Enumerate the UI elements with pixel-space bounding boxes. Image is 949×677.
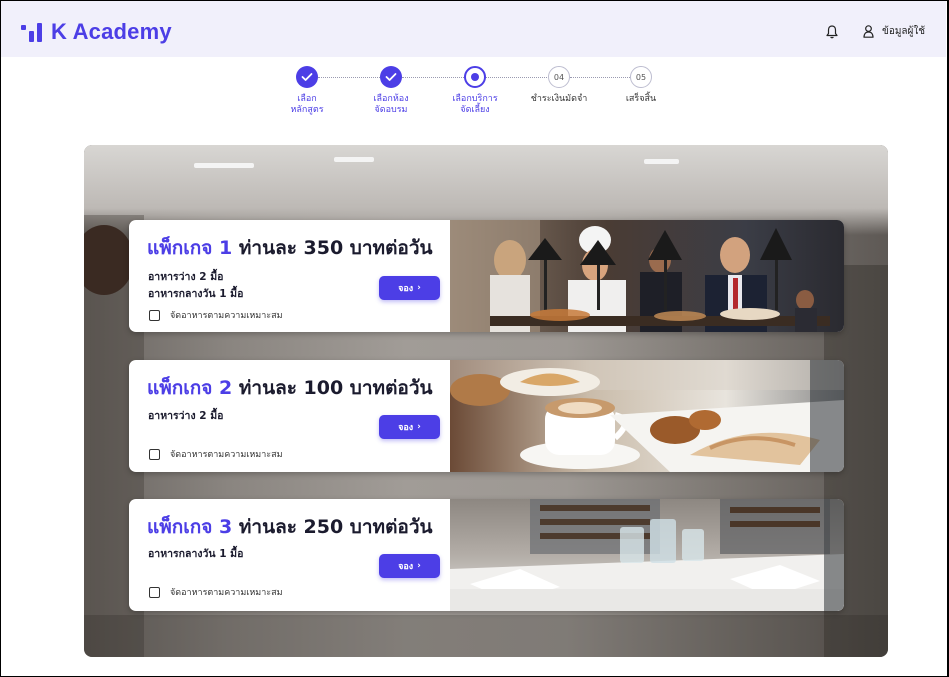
buffet-photo — [450, 220, 844, 332]
package-card-3: แพ็กเกจ 3 ท่านละ 250 บาทต่อวัน อาหารกลาง… — [129, 499, 844, 611]
step-label: เลือกบริการ จัดเลี้ยง — [452, 94, 498, 115]
package-card-2: แพ็กเกจ 2 ท่านละ 100 บาทต่อวัน อาหารว่าง… — [129, 360, 844, 472]
dining-table-photo — [450, 499, 844, 611]
book-button-1[interactable]: จอง › — [379, 276, 440, 300]
step-2[interactable]: เลือกห้อง จัดอบรม — [351, 66, 431, 116]
chevron-right-icon: › — [417, 422, 421, 432]
user-menu[interactable]: ข้อมูลผู้ใช้ — [863, 24, 925, 39]
package-title: แพ็กเกจ 1 ท่านละ 350 บาทต่อวัน — [147, 237, 433, 259]
step-number: 05 — [630, 66, 652, 88]
suitable-food-checkbox[interactable] — [149, 586, 160, 598]
app-name: K Academy — [51, 19, 172, 44]
checkbox-row[interactable]: จัดอาหารตามความเหมาะสม — [149, 308, 283, 322]
step-label: เลือกห้อง จัดอบรม — [373, 94, 409, 115]
step-label: ชำระเงินมัดจำ — [530, 94, 588, 104]
step-done-check-icon — [296, 66, 318, 88]
booking-stepper: เลือก หลักสูตร เลือกห้อง จัดอบรม เลือกบริก… — [0, 66, 949, 126]
top-header: K Academy ข้อมูลผู้ใช้ — [1, 1, 946, 57]
step-current-dot-icon — [464, 66, 486, 88]
package-card-1: แพ็กเกจ 1 ท่านละ 350 บาทต่อวัน อาหารว่าง… — [129, 220, 844, 332]
bell-icon[interactable] — [826, 25, 838, 39]
step-1[interactable]: เลือก หลักสูตร — [267, 66, 347, 116]
suitable-food-checkbox[interactable] — [149, 448, 160, 460]
book-button-3[interactable]: จอง › — [379, 554, 440, 578]
step-3[interactable]: เลือกบริการ จัดเลี้ยง — [435, 66, 515, 116]
meal-item: อาหารกลางวัน 1 มื้อ — [148, 548, 244, 560]
checkbox-row[interactable]: จัดอาหารตามความเหมาะสม — [149, 447, 283, 461]
step-4[interactable]: 04 ชำระเงินมัดจำ — [519, 66, 599, 105]
checkbox-label: จัดอาหารตามความเหมาะสม — [170, 588, 283, 598]
app-logo[interactable]: K Academy — [21, 19, 172, 45]
meal-item: อาหารว่าง 2 มื้อ — [148, 410, 224, 422]
package-title: แพ็กเกจ 2 ท่านละ 100 บาทต่อวัน — [147, 377, 433, 399]
package-title: แพ็กเกจ 3 ท่านละ 250 บาทต่อวัน — [147, 516, 433, 538]
suitable-food-checkbox[interactable] — [149, 309, 160, 321]
step-label: เสร็จสิ้น — [625, 94, 657, 104]
step-number: 04 — [548, 66, 570, 88]
step-5[interactable]: 05 เสร็จสิ้น — [601, 66, 681, 105]
user-icon — [863, 25, 874, 38]
meal-item: อาหารกลางวัน 1 มื้อ — [148, 288, 244, 300]
checkbox-row[interactable]: จัดอาหารตามความเหมาะสม — [149, 585, 283, 599]
book-button-2[interactable]: จอง › — [379, 415, 440, 439]
coffee-pastry-photo — [450, 360, 844, 472]
checkbox-label: จัดอาหารตามความเหมาะสม — [170, 311, 283, 321]
logo-bars-icon — [21, 22, 42, 42]
step-done-check-icon — [380, 66, 402, 88]
user-menu-label: ข้อมูลผู้ใช้ — [882, 26, 926, 37]
chevron-right-icon: › — [417, 283, 421, 293]
meal-item: อาหารว่าง 2 มื้อ — [148, 271, 224, 283]
checkbox-label: จัดอาหารตามความเหมาะสม — [170, 450, 283, 460]
step-label: เลือก หลักสูตร — [290, 94, 324, 115]
chevron-right-icon: › — [417, 561, 421, 571]
